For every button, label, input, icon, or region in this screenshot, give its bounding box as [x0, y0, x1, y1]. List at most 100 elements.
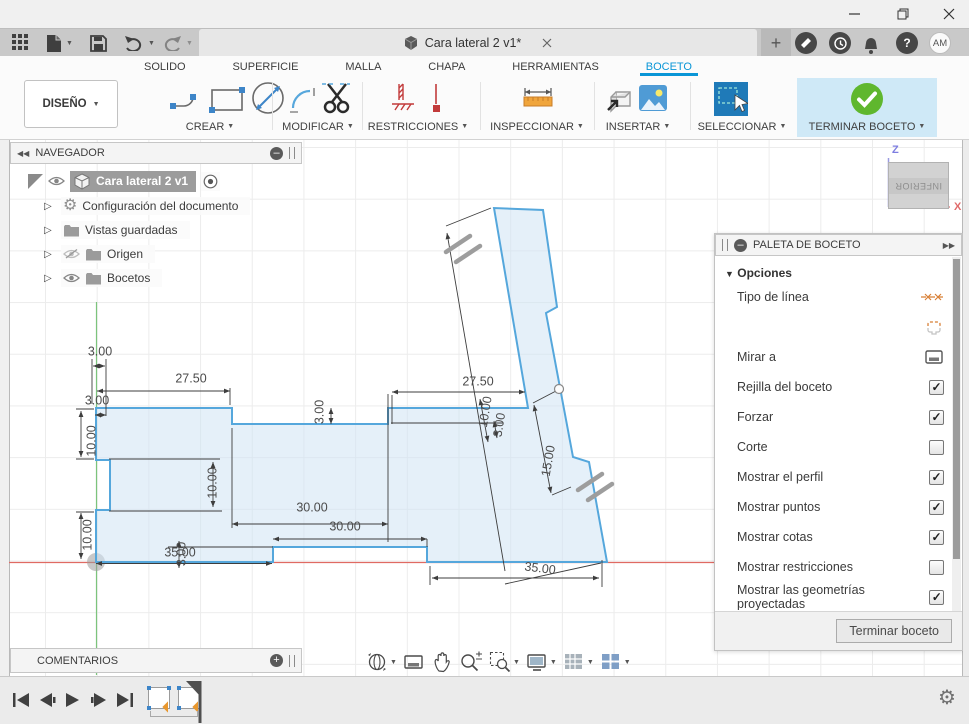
timeline-skip-start-button[interactable]	[10, 689, 32, 711]
navigator-item-1[interactable]: ▷ Vistas guardadas	[28, 218, 288, 242]
group-label-select[interactable]: SELECCIONAR ▼	[692, 121, 792, 133]
viewcube-face[interactable]: INFERIOR	[888, 162, 949, 209]
checkbox[interactable]	[929, 379, 944, 395]
viewcube[interactable]: Z INFERIOR X	[884, 144, 964, 216]
fit-icon[interactable]: ▼	[489, 651, 520, 673]
document-tab[interactable]: Cara lateral 2 v1*	[199, 29, 757, 57]
create-circle-tool[interactable]	[250, 80, 286, 116]
job-status-icon[interactable]	[829, 32, 851, 54]
new-tab-button[interactable]: +	[761, 29, 791, 57]
checkbox[interactable]	[929, 469, 944, 485]
minimize-button[interactable]	[838, 2, 872, 26]
avatar[interactable]: AM	[929, 32, 951, 54]
notifications-bell-icon[interactable]	[862, 33, 880, 57]
group-label-finish[interactable]: TERMINAR BOCETO ▼	[792, 121, 942, 133]
expand-panel-icon[interactable]: ▶▶	[943, 241, 955, 250]
panel-minus-icon[interactable]: –	[270, 146, 283, 160]
look-at-icon[interactable]	[403, 652, 425, 672]
activate-radio-icon[interactable]	[201, 171, 221, 191]
grid-settings-icon[interactable]: ▼	[563, 652, 594, 672]
fillet-tool[interactable]	[286, 84, 318, 116]
navigator-header[interactable]: ◀◀ NAVEGADOR –	[10, 142, 302, 164]
save-icon[interactable]	[90, 31, 107, 55]
extensions-icon[interactable]	[795, 32, 817, 54]
panel-minus-icon[interactable]: –	[734, 238, 747, 252]
viewports-icon[interactable]: ▼	[600, 652, 631, 672]
group-label-create[interactable]: CREAR ▼	[160, 121, 260, 133]
display-settings-icon[interactable]: ▼	[526, 652, 557, 673]
group-label-inspect[interactable]: INSPECCIONAR ▼	[482, 121, 592, 133]
navigator-item-0[interactable]: ▷ ⚙ Configuración del documento	[28, 194, 288, 218]
timeline-step-back-button[interactable]	[36, 689, 58, 711]
measure-tool[interactable]	[522, 86, 554, 112]
zoom-icon[interactable]	[459, 651, 483, 673]
right-edge	[963, 140, 969, 676]
settings-gear-icon[interactable]: ⚙	[938, 685, 956, 710]
eye-off-icon[interactable]	[63, 248, 80, 260]
lookat-icon[interactable]	[924, 349, 944, 365]
file-menu-icon[interactable]: ▼	[46, 31, 73, 55]
navigator-item-2[interactable]: ▷ Origen	[28, 242, 288, 266]
eye-icon[interactable]	[63, 272, 80, 284]
help-icon[interactable]: ?	[896, 32, 918, 54]
navigator-root-row[interactable]: Cara lateral 2 v1	[28, 168, 288, 194]
group-label-constraints[interactable]: RESTRICCIONES ▼	[358, 121, 478, 133]
undo-icon[interactable]: ▼	[124, 31, 155, 55]
insert-derive-tool[interactable]	[604, 84, 636, 116]
group-label-modify[interactable]: MODIFICAR ▼	[272, 121, 364, 133]
eye-icon[interactable]	[48, 175, 65, 187]
palette-section-options[interactable]: ▼ Opciones	[715, 256, 952, 282]
tab-superficie[interactable]: SUPERFICIE	[226, 58, 304, 76]
checkbox[interactable]	[929, 559, 944, 575]
create-line-tool[interactable]	[168, 84, 204, 116]
checkbox[interactable]	[929, 409, 944, 425]
insert-image-tool[interactable]	[638, 84, 668, 112]
navigator-item-3[interactable]: ▷ Bocetos	[28, 266, 288, 290]
panel-grip-icon[interactable]	[289, 654, 295, 667]
palette-header[interactable]: – PALETA DE BOCETO ▶▶	[715, 234, 962, 256]
constraint-fix-tool[interactable]	[388, 82, 418, 114]
tab-boceto[interactable]: BOCETO	[639, 58, 698, 76]
workspace-dropdown[interactable]: DISEÑO ▼	[24, 80, 118, 128]
palette-scrollbar[interactable]	[952, 257, 961, 612]
timeline-step-forward-button[interactable]	[88, 689, 110, 711]
constraint-vertical-tool[interactable]	[424, 82, 448, 114]
tab-solido[interactable]: SOLIDO	[138, 58, 192, 76]
palette-row-7: Mostrar puntos	[715, 492, 952, 522]
linetype-icon[interactable]	[920, 289, 944, 305]
tab-chapa[interactable]: CHAPA	[422, 58, 471, 76]
checkbox[interactable]	[929, 589, 944, 605]
close-button[interactable]	[932, 2, 966, 26]
collapse-panel-icon[interactable]: ◀◀	[17, 149, 29, 158]
checkbox[interactable]	[929, 529, 944, 545]
timeline-sketch-feature-1[interactable]	[147, 686, 174, 713]
expand-chevron-icon[interactable]: ▷	[44, 273, 56, 284]
restore-button[interactable]	[886, 2, 920, 26]
comments-bar[interactable]: COMENTARIOS +	[10, 648, 302, 673]
orbit-icon[interactable]: ▼	[366, 651, 397, 673]
pan-hand-icon[interactable]	[431, 651, 453, 673]
create-rectangle-tool[interactable]	[208, 84, 246, 116]
checkbox[interactable]	[929, 439, 944, 455]
checkbox[interactable]	[929, 499, 944, 515]
projection-icon[interactable]	[924, 319, 944, 336]
expand-chevron-icon[interactable]: ▷	[44, 225, 56, 236]
expand-chevron-icon[interactable]: ▷	[44, 249, 56, 260]
tab-herramientas[interactable]: HERRAMIENTAS	[506, 58, 605, 76]
app-grid-icon[interactable]	[12, 31, 30, 55]
panel-grip-icon[interactable]	[289, 147, 295, 159]
tab-malla[interactable]: MALLA	[339, 58, 387, 76]
timeline-play-button[interactable]	[62, 689, 84, 711]
finish-sketch-footer-button[interactable]: Terminar boceto	[836, 619, 952, 643]
close-tab-icon[interactable]	[542, 38, 552, 48]
palette-row-8: Mostrar cotas	[715, 522, 952, 552]
redo-icon[interactable]: ▼	[162, 31, 193, 55]
select-tool[interactable]	[714, 82, 748, 116]
expand-chevron-icon[interactable]: ▷	[44, 201, 56, 212]
timeline-skip-end-button[interactable]	[114, 689, 136, 711]
panel-grip-icon[interactable]	[722, 239, 728, 251]
trim-scissors-tool[interactable]	[320, 82, 354, 116]
group-label-insert[interactable]: INSERTAR ▼	[592, 121, 684, 133]
timeline-position-marker[interactable]	[186, 681, 204, 723]
add-comment-icon[interactable]: +	[270, 654, 283, 667]
